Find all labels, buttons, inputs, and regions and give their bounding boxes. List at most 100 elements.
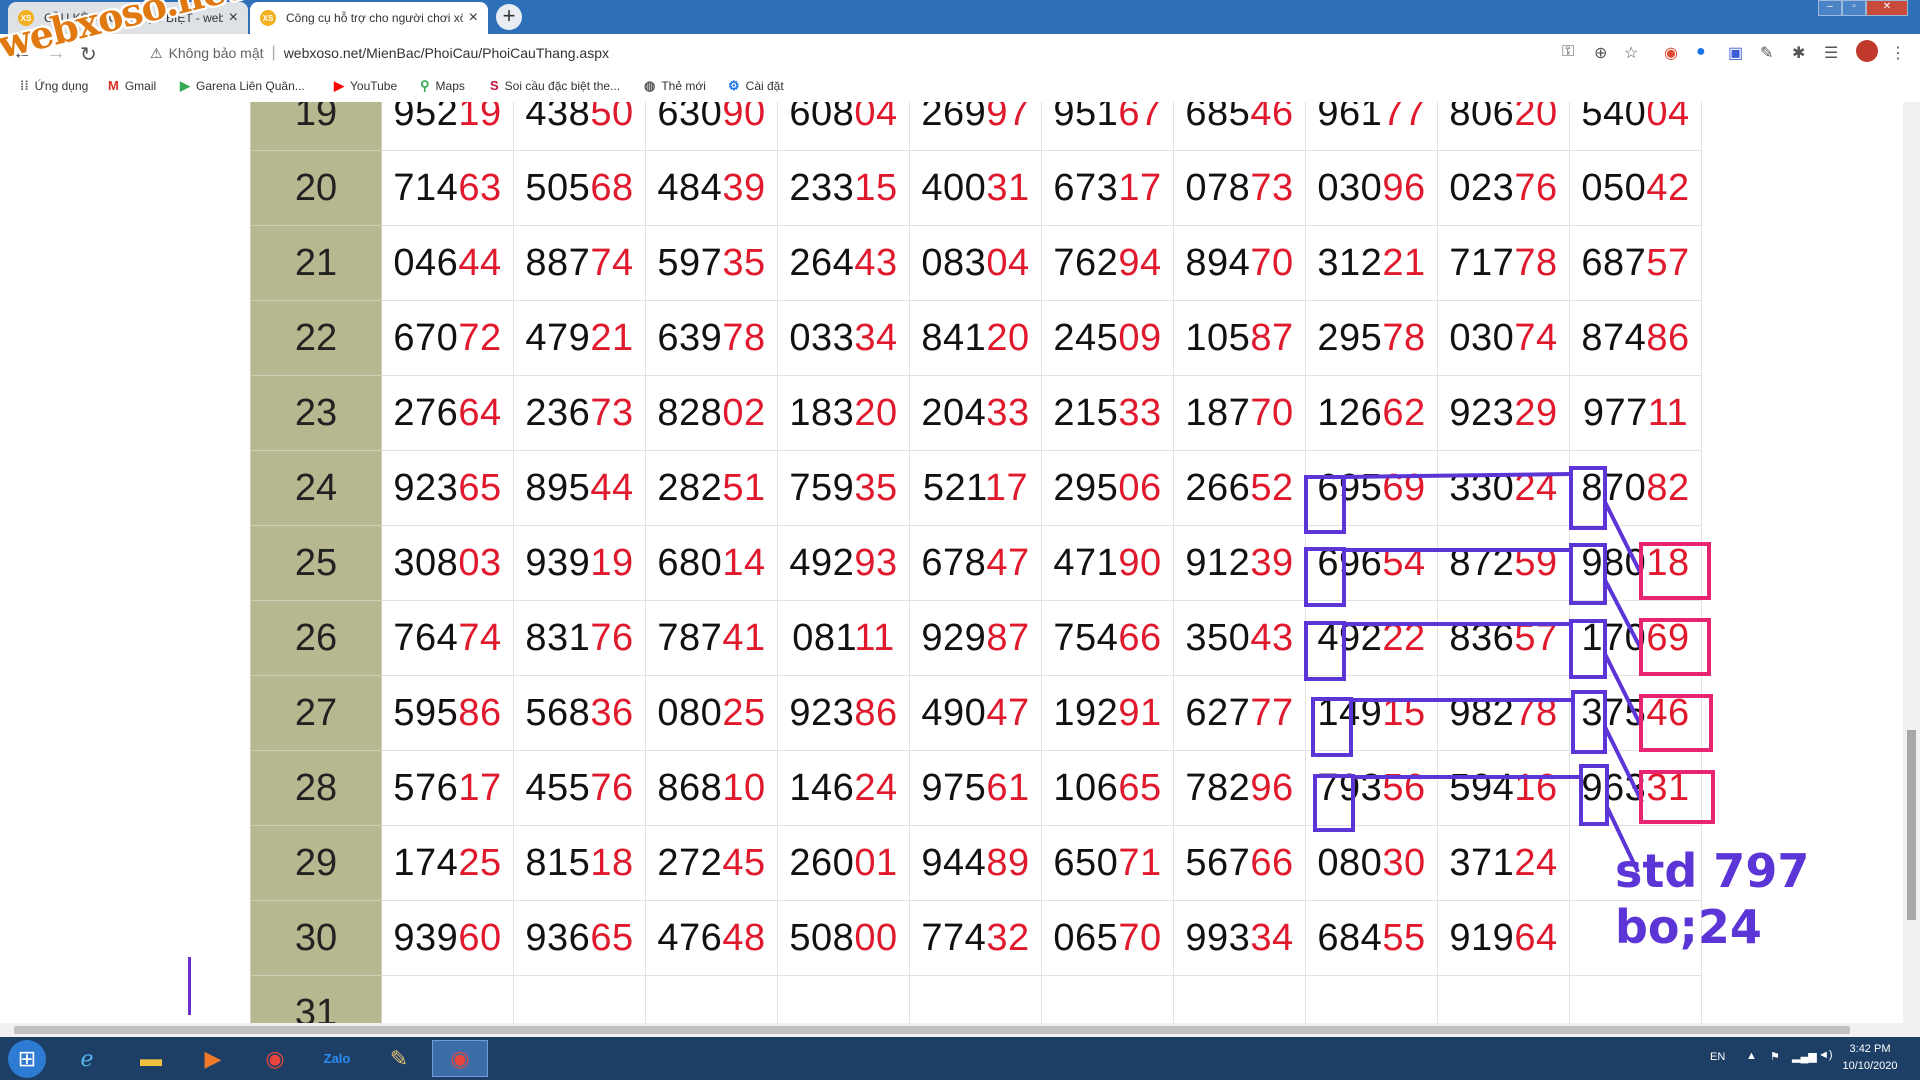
result-cell: 56836 — [513, 675, 646, 751]
result-tail-digits: 18 — [590, 841, 634, 884]
result-cell — [777, 975, 910, 1023]
result-head-digits: 484 — [657, 166, 723, 209]
result-head-digits: 350 — [1185, 616, 1251, 659]
bookmark-new-tab[interactable]: ◍ Thẻ mới — [644, 78, 706, 94]
vertical-scroll-thumb[interactable] — [1907, 730, 1916, 920]
zoom-icon[interactable]: ⊕ — [1594, 43, 1607, 63]
horizontal-scroll-thumb[interactable] — [14, 1026, 1850, 1034]
close-window-button[interactable]: ✕ — [1866, 0, 1908, 16]
minimize-button[interactable]: – — [1818, 0, 1842, 16]
zalo-icon[interactable]: Zalo — [312, 1040, 362, 1077]
result-cell: 49047 — [909, 675, 1042, 751]
result-head-digits: 793 — [1317, 766, 1383, 809]
chrome-icon[interactable]: ◉ — [250, 1040, 300, 1077]
play-store-icon: ▶ — [180, 78, 190, 93]
result-head-digits: 951 — [1053, 102, 1119, 134]
result-cell: 03334 — [777, 300, 910, 376]
result-tail-digits: 76 — [590, 616, 634, 659]
horizontal-scrollbar[interactable] — [0, 1023, 1920, 1037]
bookmark-garena[interactable]: ▶ Garena Liên Quân... — [180, 78, 305, 94]
star-icon[interactable]: ☆ — [1624, 43, 1638, 63]
language-indicator[interactable]: EN — [1710, 1051, 1725, 1063]
result-cell: 93960 — [381, 900, 514, 976]
result-head-digits: 980 — [1581, 541, 1647, 584]
result-tail-digits: 65 — [590, 916, 634, 959]
result-head-digits: 923 — [789, 691, 855, 734]
result-tail-digits: 78 — [722, 316, 766, 359]
day-cell: 31 — [250, 975, 382, 1023]
result-tail-digits: 11 — [1647, 391, 1689, 434]
result-tail-digits: 17 — [458, 766, 502, 809]
result-tail-digits: 78 — [1382, 316, 1426, 359]
menu-icon[interactable]: ⋮ — [1890, 43, 1906, 63]
result-cell — [1569, 975, 1702, 1023]
result-tail-digits: 11 — [854, 616, 895, 659]
internet-explorer-icon[interactable]: ℯ — [62, 1040, 112, 1077]
paint-icon[interactable]: ✎ — [374, 1040, 424, 1077]
address-bar[interactable]: ⚠ Không bảo mật | webxoso.net/MienBac/Ph… — [150, 40, 1630, 66]
bookmark-gmail[interactable]: M Gmail — [108, 78, 156, 93]
edit-icon[interactable]: ✎ — [1760, 43, 1773, 63]
url-text[interactable]: webxoso.net/MienBac/PhoiCau/PhoiCauThang… — [284, 45, 609, 61]
flag-icon[interactable]: ⚑ — [1770, 1050, 1780, 1063]
extension-icon[interactable]: ▣ — [1728, 43, 1743, 63]
restore-button[interactable]: ▫ — [1842, 0, 1866, 16]
bookmark-settings[interactable]: ⚙ Cài đặt — [728, 78, 784, 94]
table-row: 27 59586 56836 08025 92386 49047 19291 62777 149… — [250, 675, 1702, 751]
folder-icon[interactable]: ▬ — [126, 1040, 176, 1077]
tab-close-icon[interactable]: × — [229, 9, 238, 27]
bookmark-maps[interactable]: ⚲ Maps — [420, 78, 465, 94]
result-head-digits: 650 — [1053, 841, 1119, 884]
result-cell: 10665 — [1041, 750, 1174, 826]
bookmark-soi-cau[interactable]: S Soi cầu đặc biệt the... — [490, 78, 620, 93]
result-tail-digits: 94 — [1118, 241, 1162, 284]
result-cell: 35043 — [1173, 600, 1306, 676]
extension-icon[interactable]: ◉ — [1664, 43, 1678, 63]
vertical-scrollbar[interactable] — [1903, 102, 1920, 1023]
lottery-table: 19 95219 43850 63090 60804 26997 95167 68546 961… — [250, 102, 1702, 1023]
result-head-digits: 944 — [921, 841, 987, 884]
chrome-active-icon[interactable]: ◉ — [432, 1040, 488, 1077]
result-head-digits: 923 — [1449, 391, 1515, 434]
result-tail-digits: 20 — [986, 316, 1030, 359]
tab-cong-cu[interactable]: XS Công cụ hỗ trợ cho người chơi xổ số × — [250, 2, 488, 34]
result-cell: 43850 — [513, 102, 646, 151]
result-cell: 50800 — [777, 900, 910, 976]
result-cell: 14915 — [1305, 675, 1438, 751]
result-head-digits: 963 — [1581, 766, 1647, 809]
reading-list-icon[interactable]: ☰ — [1824, 43, 1838, 63]
result-head-digits: 375 — [1581, 691, 1647, 734]
tray-arrow-icon[interactable]: ▲ — [1746, 1050, 1757, 1062]
result-cell: 99334 — [1173, 900, 1306, 976]
extension-icon[interactable]: ● — [1696, 43, 1706, 61]
tab-close-icon[interactable]: × — [469, 9, 478, 27]
result-head-digits: 455 — [525, 766, 591, 809]
result-tail-digits: 39 — [722, 166, 766, 209]
bookmark-apps[interactable]: ⁞⁞ Ứng dụng — [20, 78, 88, 93]
result-head-digits: 762 — [1053, 241, 1119, 284]
network-icon[interactable]: ▂▄▆ — [1792, 1050, 1817, 1063]
key-icon[interactable]: ⚿ — [1562, 43, 1574, 61]
day-cell: 27 — [250, 675, 382, 751]
puzzle-icon[interactable]: ✱ — [1792, 43, 1805, 63]
result-cell: 63090 — [645, 102, 778, 151]
result-head-digits: 630 — [657, 102, 723, 134]
table-row: 31 — [250, 975, 1702, 1023]
result-cell: 05042 — [1569, 150, 1702, 226]
media-player-icon[interactable]: ▶ — [188, 1040, 238, 1077]
result-tail-digits: 32 — [986, 916, 1030, 959]
avatar[interactable] — [1856, 40, 1878, 62]
result-tail-digits: 69 — [1382, 466, 1426, 509]
result-head-digits: 685 — [1185, 102, 1251, 134]
day-cell: 23 — [250, 375, 382, 451]
windows-start-icon[interactable]: ⊞ — [8, 1040, 46, 1078]
result-head-digits: 774 — [921, 916, 987, 959]
result-head-digits: 568 — [525, 691, 591, 734]
browser-toolbar: ← → ↻ ⚠ Không bảo mật | webxoso.net/Mien… — [0, 34, 1920, 72]
result-tail-digits: 21 — [1382, 241, 1426, 284]
result-tail-digits: 46 — [1646, 691, 1690, 734]
bookmark-youtube[interactable]: ▶ YouTube — [334, 78, 397, 94]
clock[interactable]: 3:42 PM 10/10/2020 — [1830, 1041, 1910, 1075]
new-tab-button[interactable]: + — [496, 4, 522, 30]
result-head-digits: 952 — [393, 102, 459, 134]
